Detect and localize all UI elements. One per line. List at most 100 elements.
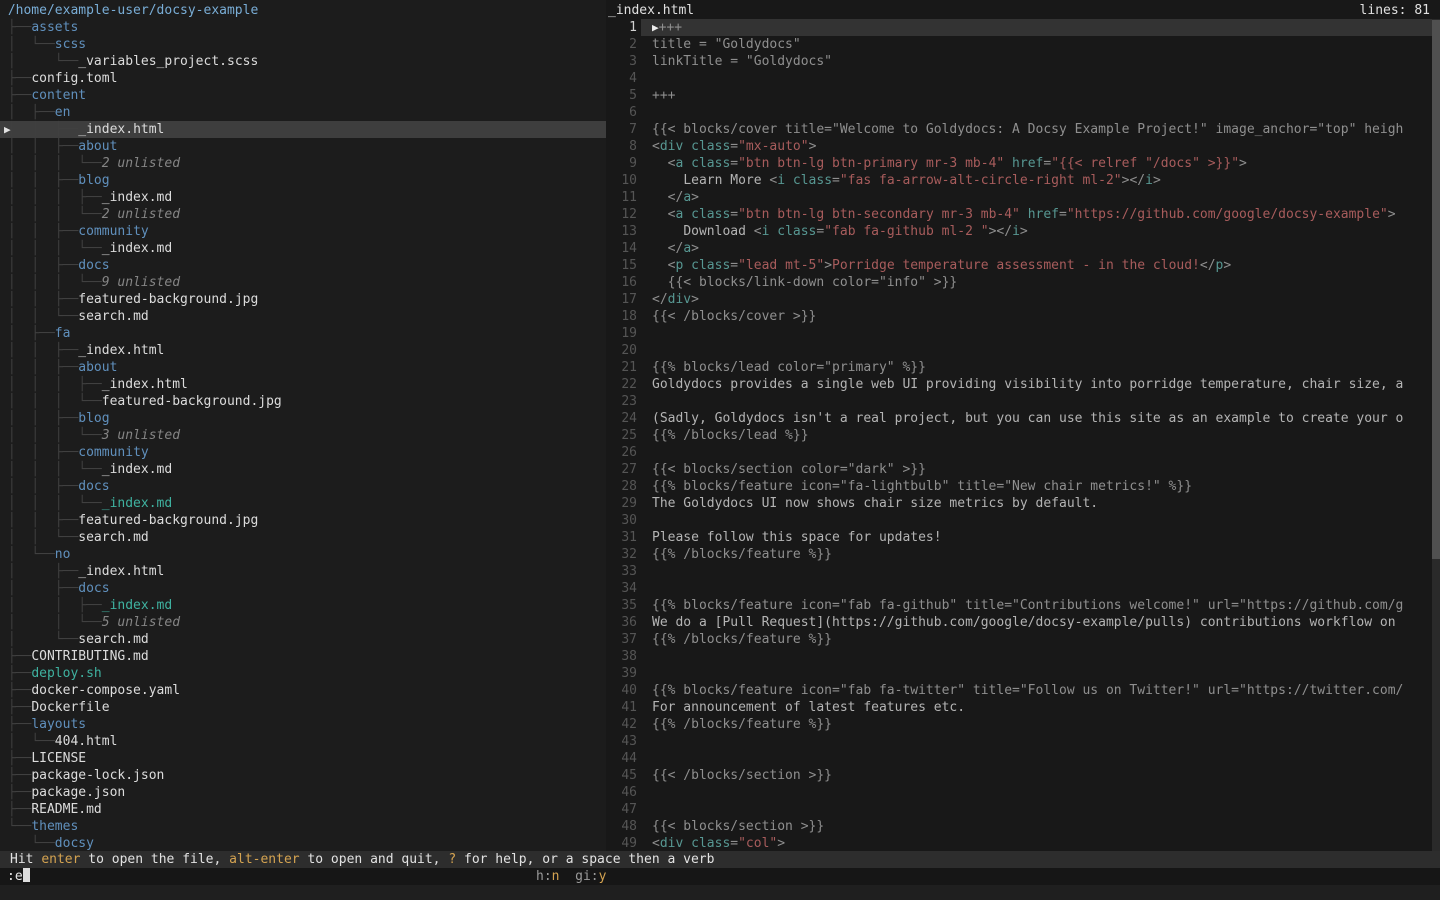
line-cursor-arrow-icon: ▶ — [652, 21, 659, 34]
tree-row[interactable]: ├──package-lock.json — [0, 767, 606, 784]
code-line-text — [641, 512, 1432, 529]
line-number: 12 — [606, 206, 637, 223]
tree-branch-lines: │ │ ├── — [0, 224, 78, 239]
code-segment: href — [1028, 207, 1059, 222]
command-input[interactable]: :e — [7, 868, 30, 885]
tree-row[interactable]: ├──config.toml — [0, 70, 606, 87]
tree-row[interactable]: │ └──no — [0, 546, 606, 563]
code-segment: > — [1388, 207, 1396, 222]
tree-branch-lines: │ │ ├── — [0, 479, 78, 494]
tree-branch-lines: │ │ ├── — [0, 360, 78, 375]
tree-row[interactable]: │ │ ├──featured-background.jpg — [0, 512, 606, 529]
tree-root-path[interactable]: /home/example-user/docsy-example — [0, 2, 606, 19]
tree-row[interactable]: ├──README.md — [0, 801, 606, 818]
tree-item-label: featured-background.jpg — [78, 513, 258, 528]
tree-row[interactable]: │ └──scss — [0, 36, 606, 53]
tree-row[interactable]: ├──CONTRIBUTING.md — [0, 648, 606, 665]
code-segment: a — [683, 241, 691, 256]
code-segment: > — [1223, 258, 1231, 273]
code-line: 35{{% blocks/feature icon="fab fa-github… — [606, 597, 1432, 614]
tree-branch-lines: │ │ ├── — [0, 258, 78, 273]
tree-row[interactable]: ├──package.json — [0, 784, 606, 801]
code-segment: div — [660, 139, 683, 154]
code-line-text: <a class="btn btn-lg btn-secondary mr-3 … — [641, 206, 1432, 223]
tree-row[interactable]: │ │ │ └──featured-background.jpg — [0, 393, 606, 410]
tree-row[interactable]: ├──Dockerfile — [0, 699, 606, 716]
tree-row[interactable]: │ │ └──search.md — [0, 529, 606, 546]
tree-branch-lines: ├── — [0, 768, 31, 783]
tree-row[interactable]: │ ├──en — [0, 104, 606, 121]
code-line: 25{{% /blocks/lead %}} — [606, 427, 1432, 444]
status-text: for help, or a space then a verb — [456, 852, 714, 867]
tree-branch-lines: │ ├── — [0, 105, 55, 120]
tree-branch-lines: │ │ │ └── — [0, 207, 102, 222]
line-number: 2 — [606, 36, 637, 53]
tree-row-selected[interactable]: ▶ │ │ ├──_index.html — [0, 121, 606, 138]
line-number: 8 — [606, 138, 637, 155]
tree-branch-lines: ├── — [0, 666, 31, 681]
tree-branch-lines: │ │ │ └── — [0, 496, 102, 511]
preview-scrollbar[interactable] — [1432, 19, 1440, 851]
tree-row[interactable]: └──docsy — [0, 835, 606, 851]
tree-row[interactable]: └──themes — [0, 818, 606, 835]
scrollbar-thumb[interactable] — [1432, 20, 1440, 559]
tree-row-unlisted: │ │ │ └──3 unlisted — [0, 427, 606, 444]
tree-row[interactable]: │ │ ├──community — [0, 223, 606, 240]
tree-row[interactable]: │ ├──docs — [0, 580, 606, 597]
tree-item-label: _index.html — [78, 343, 164, 358]
tree-row[interactable]: │ │ ├──docs — [0, 478, 606, 495]
tree-item-label: blog — [78, 411, 109, 426]
tree-row[interactable]: │ │ │ └──_index.md — [0, 461, 606, 478]
tree-row[interactable]: ├──assets — [0, 19, 606, 36]
line-number: 15 — [606, 257, 637, 274]
tree-row[interactable]: │ │ ├──featured-background.jpg — [0, 291, 606, 308]
code-line-text: <div class="col"> — [641, 835, 1432, 851]
tree-row[interactable]: │ │ │ └──_index.md — [0, 495, 606, 512]
tree-item-label: _index.md — [102, 241, 172, 256]
tree-row[interactable]: │ └──search.md — [0, 631, 606, 648]
tree-row[interactable]: │ │ ├──docs — [0, 257, 606, 274]
tree-row[interactable]: │ │ ├──_index.md — [0, 597, 606, 614]
code-line: 12 <a class="btn btn-lg btn-secondary mr… — [606, 206, 1432, 223]
tree-row[interactable]: │ │ │ └──_index.md — [0, 240, 606, 257]
line-number: 21 — [606, 359, 637, 376]
tree-row[interactable]: │ │ ├──blog — [0, 410, 606, 427]
code-line-text: {{< blocks/link-down color="info" >}} — [641, 274, 1432, 291]
code-segment: > — [809, 139, 817, 154]
tree-row[interactable]: ├──content — [0, 87, 606, 104]
line-number: 48 — [606, 818, 637, 835]
tree-row[interactable]: │ │ │ ├──_index.html — [0, 376, 606, 393]
tree-row[interactable]: │ │ │ ├──_index.md — [0, 189, 606, 206]
tree-row[interactable]: │ ├──_index.html — [0, 563, 606, 580]
tree-item-label: _index.html — [78, 122, 164, 137]
tree-row[interactable]: │ └──404.html — [0, 733, 606, 750]
line-number: 3 — [606, 53, 637, 70]
line-number: 7 — [606, 121, 637, 138]
tree-row[interactable]: │ │ └──search.md — [0, 308, 606, 325]
tree-row[interactable]: ├──layouts — [0, 716, 606, 733]
tree-row[interactable]: │ │ ├──blog — [0, 172, 606, 189]
tree-row[interactable]: │ └──_variables_project.scss — [0, 53, 606, 70]
code-line: 39 — [606, 665, 1432, 682]
tree-row[interactable]: │ │ ├──about — [0, 138, 606, 155]
line-number: 22 — [606, 376, 637, 393]
code-line: 47 — [606, 801, 1432, 818]
tree-row[interactable]: │ │ ├──community — [0, 444, 606, 461]
code-line-text: {{< blocks/section color="dark" >}} — [641, 461, 1432, 478]
line-number: 46 — [606, 784, 637, 801]
tree-row[interactable]: │ │ ├──about — [0, 359, 606, 376]
command-input-bar[interactable]: :e h:n gi:y — [0, 868, 1440, 885]
tree-branch-lines: │ │ │ └── — [0, 462, 102, 477]
tree-branch-lines: │ │ └── — [0, 530, 78, 545]
tree-row[interactable]: │ │ ├──_index.html — [0, 342, 606, 359]
tree-row[interactable]: │ ├──fa — [0, 325, 606, 342]
code-segment: class — [691, 139, 730, 154]
line-number: 9 — [606, 155, 637, 172]
indicator-label: gi: — [559, 869, 598, 884]
tree-row[interactable]: ├──LICENSE — [0, 750, 606, 767]
code-segment: "fab fa-github ml-2 " — [824, 224, 988, 239]
tree-row[interactable]: ├──docker-compose.yaml — [0, 682, 606, 699]
code-line: 26 — [606, 444, 1432, 461]
tree-row[interactable]: ├──deploy.sh — [0, 665, 606, 682]
tree-item-label: about — [78, 360, 117, 375]
